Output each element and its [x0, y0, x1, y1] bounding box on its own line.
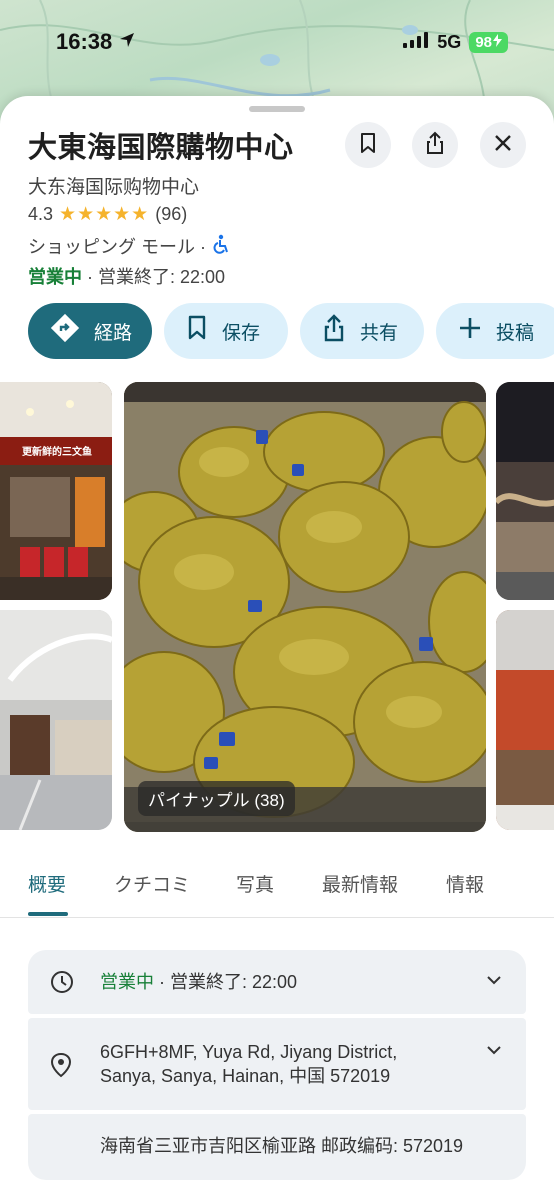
local-address-card[interactable]: 海南省三亚市吉阳区榆亚路 邮政编码: 572019	[28, 1114, 526, 1180]
hours-closing: · 営業終了: 22:00	[154, 972, 298, 992]
clock-icon	[50, 970, 74, 999]
tab-reviews[interactable]: クチコミ	[114, 870, 190, 897]
tab-overview[interactable]: 概要	[28, 870, 66, 897]
hours-summary: 営業中 · 営業終了: 22:00	[28, 263, 225, 289]
local-address-text: 海南省三亚市吉阳区榆亚路 邮政编码: 572019	[100, 1136, 464, 1156]
store-sign-text: 更新鲜的三文鱼	[22, 447, 92, 458]
share-icon	[322, 314, 346, 348]
chevron-down-icon[interactable]	[486, 1042, 502, 1063]
directions-icon	[50, 313, 80, 349]
photo-caption[interactable]: パイナップル (38)	[138, 781, 295, 816]
tab-bar: 概要 クチコミ 写真 最新情報 情報	[0, 866, 554, 918]
status-bar: 16:38 5G 98	[0, 0, 554, 84]
network-label: 5G	[437, 31, 462, 52]
place-subtitle: 大东海国际购物中心	[28, 177, 200, 198]
wheelchair-accessible-icon	[212, 234, 230, 259]
share-icon	[424, 131, 446, 160]
share-top-button[interactable]	[412, 122, 458, 168]
photo-mall-interior[interactable]	[0, 610, 112, 830]
active-tab-indicator	[28, 912, 68, 916]
address-line-2: Sanya, Sanya, Hainan, 中国 572019	[100, 1066, 391, 1086]
chevron-down-icon[interactable]	[486, 972, 502, 993]
hours-card[interactable]: 営業中 · 営業終了: 22:00	[28, 950, 526, 1014]
hours-open-status: 営業中	[100, 972, 154, 992]
photo-mall-exterior[interactable]	[496, 382, 554, 600]
location-arrow-icon	[118, 29, 136, 55]
photo-store-front[interactable]: 更新鲜的三文鱼	[0, 382, 112, 600]
hours-detail: 営業中 · 営業終了: 22:00	[100, 970, 297, 994]
location-pin-icon	[50, 1052, 72, 1083]
status-indicators: 5G 98	[403, 31, 508, 53]
plus-icon	[458, 316, 482, 346]
directions-button[interactable]: 経路	[28, 303, 152, 359]
photo-produce[interactable]	[496, 610, 554, 830]
charging-bolt-icon	[493, 33, 502, 51]
save-label: 保存	[222, 322, 261, 344]
tab-updates[interactable]: 最新情報	[322, 870, 398, 897]
address-text: 6GFH+8MF, Yuya Rd, Jiyang District, Sany…	[100, 1040, 397, 1088]
address-line-1: 6GFH+8MF, Yuya Rd, Jiyang District,	[100, 1042, 398, 1062]
bookmark-icon	[358, 132, 378, 159]
star-rating-icon: ★★★★★	[59, 204, 150, 225]
photo-main-durian[interactable]: パイナップル (38)	[124, 382, 486, 832]
photo-carousel[interactable]: 更新鲜的三文鱼 パイナップル (38)	[0, 382, 554, 834]
action-buttons: 経路 保存 共有 投稿	[28, 303, 554, 359]
status-time: 16:38	[56, 29, 136, 55]
sheet-grabber[interactable]	[249, 106, 305, 112]
tab-about[interactable]: 情報	[446, 870, 484, 897]
signal-icon	[403, 31, 429, 53]
save-button[interactable]: 保存	[164, 303, 288, 359]
close-icon	[494, 134, 512, 157]
battery-level: 98	[475, 33, 492, 51]
place-category: ショッピング モール ·	[28, 237, 206, 257]
bookmark-icon	[186, 315, 208, 347]
share-button[interactable]: 共有	[300, 303, 424, 359]
directions-label: 経路	[94, 322, 133, 344]
place-title: 大東海国際購物中心	[28, 132, 294, 164]
rating-value: 4.3	[28, 204, 54, 224]
close-button[interactable]	[480, 122, 526, 168]
address-card[interactable]: 6GFH+8MF, Yuya Rd, Jiyang District, Sany…	[28, 1018, 526, 1110]
rating-row[interactable]: 4.3 ★★★★★ (96)	[28, 203, 187, 226]
share-label: 共有	[360, 322, 399, 344]
clock-text: 16:38	[56, 29, 113, 54]
place-sheet: 大東海国際購物中心 大东海国际购物中心 4.3 ★★★★★ (96) ショッピン…	[0, 96, 554, 1200]
post-label: 投稿	[496, 322, 535, 344]
open-status: 営業中	[28, 267, 82, 287]
bookmark-button[interactable]	[345, 122, 391, 168]
post-button[interactable]: 投稿	[436, 303, 554, 359]
battery-indicator: 98	[469, 31, 508, 53]
category-row: ショッピング モール ·	[28, 233, 230, 259]
tab-photos[interactable]: 写真	[236, 870, 274, 897]
closing-time: · 営業終了: 22:00	[82, 267, 226, 287]
review-count: (96)	[155, 204, 188, 224]
